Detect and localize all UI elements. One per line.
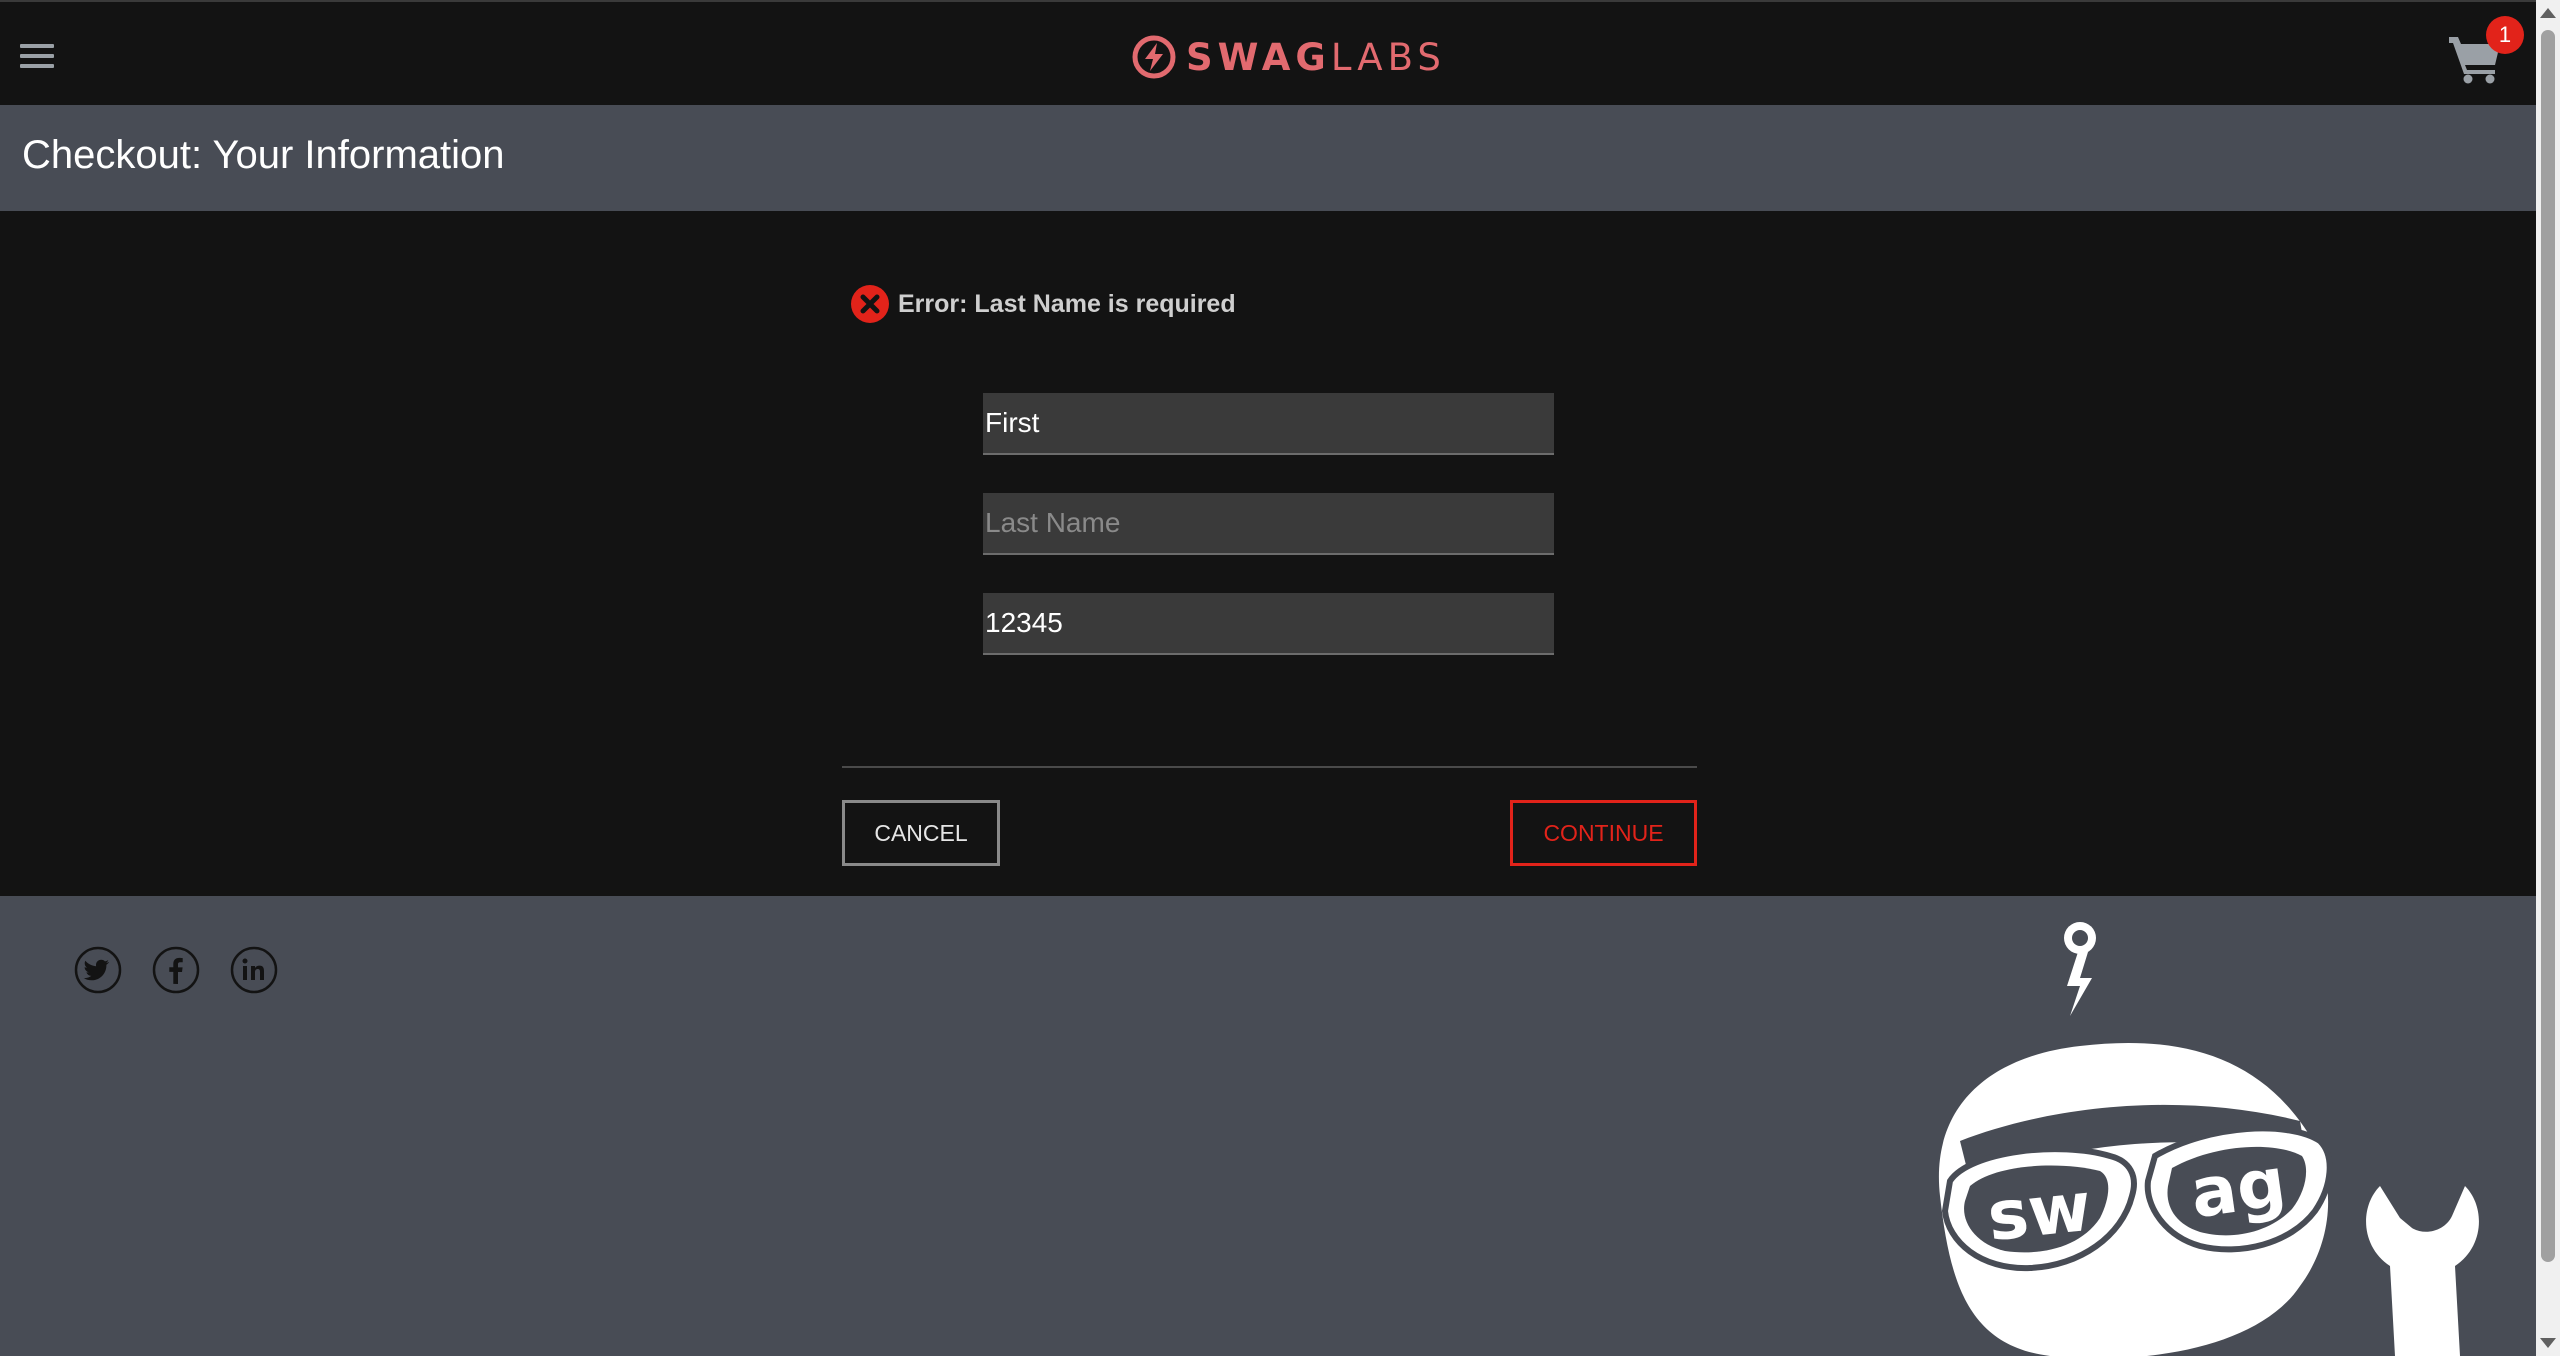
twitter-icon[interactable] [74, 946, 122, 994]
cart-badge: 1 [2486, 16, 2524, 54]
error-text: Error: Last Name is required [898, 289, 1236, 318]
error-x-icon[interactable] [850, 284, 890, 324]
continue-button[interactable]: CONTINUE [1510, 800, 1697, 866]
hamburger-menu-icon[interactable] [20, 44, 54, 72]
form-divider [842, 766, 1697, 768]
linkedin-icon[interactable] [230, 946, 278, 994]
swag-labs-logo: SWAGLABS [1132, 32, 1446, 82]
secondary-header: Checkout: Your Information [0, 105, 2536, 211]
logo-text: SWAGLABS [1186, 36, 1446, 79]
vertical-scrollbar[interactable] [2536, 0, 2560, 1356]
scroll-thumb[interactable] [2541, 30, 2555, 1262]
app-viewport: SWAGLABS 1 Checkout: Your Information Er… [0, 0, 2536, 1356]
svg-text:sw: sw [1984, 1168, 2095, 1257]
svg-text:ag: ag [2186, 1143, 2291, 1234]
last-name-field[interactable] [983, 493, 1554, 555]
facebook-icon[interactable] [152, 946, 200, 994]
first-name-field[interactable] [983, 393, 1554, 455]
swag-robot-mascot: sw ag [1938, 922, 2479, 1356]
footer: sw ag [0, 896, 2536, 1356]
scroll-up-arrow-icon[interactable] [2540, 8, 2556, 18]
primary-header: SWAGLABS 1 [0, 0, 2536, 105]
postal-code-field[interactable] [983, 593, 1554, 655]
cancel-button[interactable]: CANCEL [842, 800, 1000, 866]
logo-text-swag: SWAG [1186, 35, 1331, 79]
scroll-down-arrow-icon[interactable] [2540, 1338, 2556, 1348]
logo-text-labs: LABS [1330, 35, 1446, 79]
error-message: Error: Last Name is required [850, 284, 1236, 324]
page-title: Checkout: Your Information [22, 133, 505, 177]
logo-bolt-icon [1132, 35, 1176, 79]
